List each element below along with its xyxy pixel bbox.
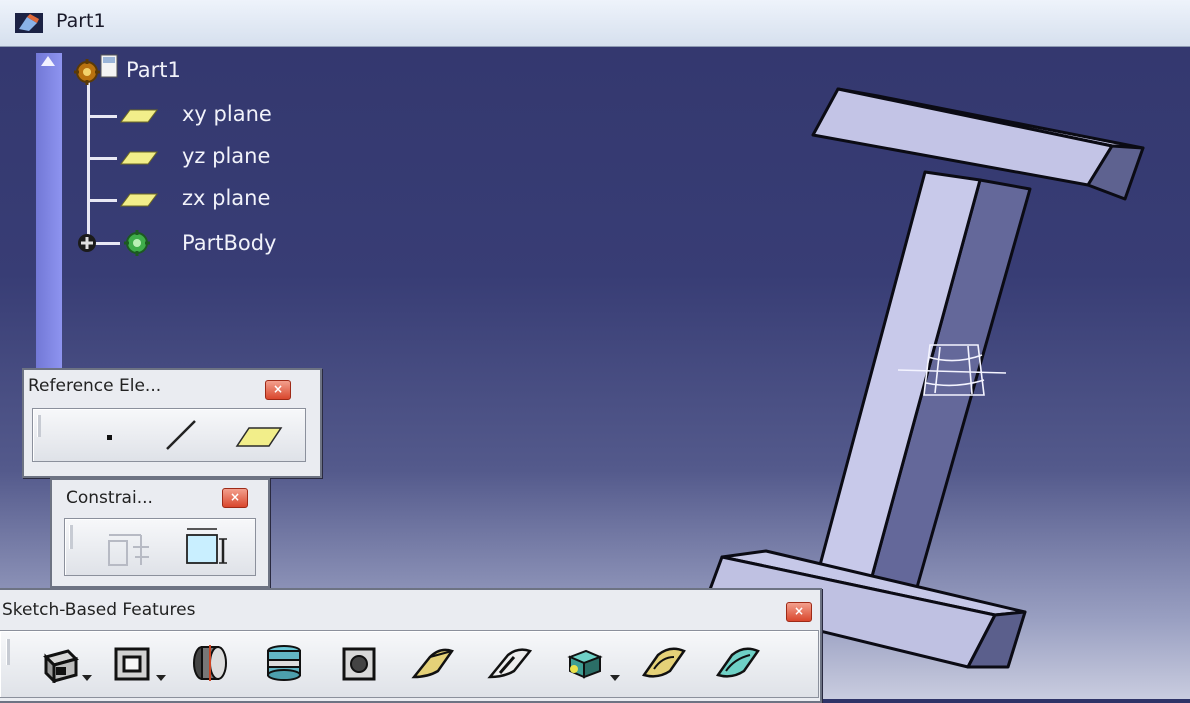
toolbar-grip[interactable]: [6, 639, 10, 665]
slot-icon[interactable]: [486, 643, 534, 683]
hole-icon[interactable]: [338, 643, 382, 683]
line-icon[interactable]: [161, 415, 201, 455]
tree-item-yz-plane[interactable]: yz plane: [0, 142, 270, 174]
constraint-defined-in-dialog-icon[interactable]: [183, 527, 231, 567]
tree-item-label: xy plane: [182, 102, 272, 126]
window-title: Part1: [56, 10, 106, 32]
chevron-down-icon[interactable]: [82, 675, 92, 681]
part-gear-icon: [74, 59, 100, 85]
removed-multi-sections-solid-icon[interactable]: [640, 643, 688, 683]
tree-item-part1[interactable]: Part1: [0, 54, 260, 86]
chevron-down-icon[interactable]: [610, 675, 620, 681]
toolbar-grip[interactable]: [69, 525, 73, 549]
toolbar-body: [0, 630, 819, 698]
toolbar-body: [32, 408, 306, 462]
shaft-icon[interactable]: [188, 643, 232, 683]
toolbar-title: Reference Ele...: [28, 376, 162, 396]
toolbar-body: [64, 518, 256, 576]
constraint-icon[interactable]: [105, 529, 153, 569]
document-icon: [100, 54, 118, 78]
expand-plus-icon[interactable]: [77, 233, 97, 253]
multi-sections-solid-icon[interactable]: [562, 643, 610, 683]
close-icon[interactable]: ×: [786, 602, 812, 622]
constraint-toolbar[interactable]: Constrai... ×: [50, 478, 270, 588]
specification-tree: Part1 xy plane yz plane zx plane PartBod…: [0, 47, 360, 377]
tree-root-label: Part1: [126, 58, 181, 82]
point-icon[interactable]: [95, 421, 125, 451]
plane-icon: [120, 193, 158, 207]
tree-item-label: zx plane: [182, 186, 271, 210]
toolbar-grip[interactable]: [37, 415, 41, 437]
toolbar-title: Constrai...: [66, 488, 153, 508]
pad-icon[interactable]: [38, 643, 82, 683]
sketch-based-features-toolbar[interactable]: Sketch-Based Features ×: [0, 588, 822, 703]
tree-body-label: PartBody: [182, 231, 277, 255]
pocket-icon[interactable]: [110, 643, 154, 683]
plane-icon: [120, 109, 158, 123]
tree-item-partbody[interactable]: PartBody: [0, 227, 280, 259]
close-icon[interactable]: ×: [265, 380, 291, 400]
stiffener-icon[interactable]: [714, 643, 762, 683]
window-title-bar: Part1: [0, 0, 1190, 47]
chevron-down-icon[interactable]: [156, 675, 166, 681]
toolbar-title: Sketch-Based Features: [2, 600, 196, 620]
tree-item-zx-plane[interactable]: zx plane: [0, 184, 270, 216]
tree-item-xy-plane[interactable]: xy plane: [0, 100, 272, 132]
groove-icon[interactable]: [262, 643, 306, 683]
rib-icon[interactable]: [410, 643, 458, 683]
body-gear-icon: [124, 230, 150, 256]
catia-part-icon: [15, 13, 43, 33]
plane-icon: [120, 151, 158, 165]
plane-icon[interactable]: [235, 425, 283, 449]
close-icon[interactable]: ×: [222, 488, 248, 508]
tree-item-label: yz plane: [182, 144, 271, 168]
reference-elements-toolbar[interactable]: Reference Ele... ×: [22, 368, 322, 478]
